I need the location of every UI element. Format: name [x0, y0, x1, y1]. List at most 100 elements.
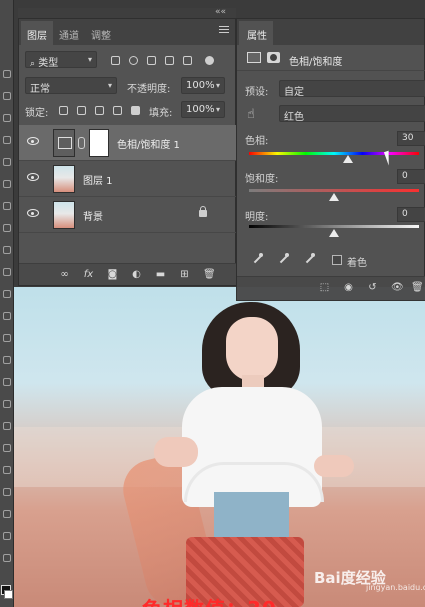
layer-row-layer-1[interactable]: 图层 1 [19, 161, 237, 197]
type-tool-icon[interactable] [3, 422, 11, 430]
fx-icon[interactable]: fx [83, 269, 94, 280]
clip-to-layer-icon[interactable]: ⬚ [319, 282, 330, 293]
mask-icon[interactable]: ◙ [107, 269, 118, 280]
filter-kind-select[interactable]: ⌕ 类型 ▾ [25, 51, 97, 69]
colorize-label: 着色 [347, 258, 367, 269]
background-color-swatch[interactable] [4, 590, 13, 599]
right-arm [314, 455, 354, 477]
filter-shape-icon[interactable] [165, 56, 174, 65]
layer-thumbnail[interactable] [53, 201, 75, 229]
visibility-eye-icon[interactable] [27, 137, 39, 145]
channel-select[interactable]: 红色 [279, 105, 425, 123]
lightness-label: 明度: [245, 212, 269, 223]
chevron-down-icon: ▾ [215, 81, 220, 90]
marquee-tool-icon[interactable] [3, 92, 11, 100]
eyedropper-icon[interactable] [251, 253, 263, 265]
shape-tool-icon[interactable] [3, 466, 11, 474]
eraser-tool-icon[interactable] [3, 312, 11, 320]
document-canvas[interactable]: Bai度经验 jingyan.baidu.com 色相数值：30 [14, 287, 425, 607]
new-layer-icon[interactable]: ⊞ [179, 269, 190, 280]
eyedropper-plus-icon[interactable] [277, 253, 289, 265]
blend-mode-select[interactable]: 正常 ▾ [25, 77, 117, 95]
filter-toggle-icon[interactable] [205, 56, 214, 65]
more-tools-icon[interactable] [3, 532, 11, 540]
lock-all-icon[interactable] [131, 106, 140, 115]
eyedropper-minus-icon[interactable] [303, 253, 315, 265]
saturation-value-field[interactable]: 0 [397, 169, 425, 184]
dodge-tool-icon[interactable] [3, 378, 11, 386]
lightness-slider-track[interactable] [249, 225, 419, 228]
blur-tool-icon[interactable] [3, 356, 11, 364]
lightness-slider-thumb[interactable] [329, 229, 339, 237]
link-icon[interactable]: ∞ [59, 269, 70, 280]
search-icon: ⌕ [30, 59, 36, 69]
eyedropper-tool-icon[interactable] [3, 202, 11, 210]
lock-transparent-icon[interactable] [59, 106, 68, 115]
layer-name: 色相/饱和度 1 [117, 140, 180, 151]
adjustment-layer-thumbnail[interactable] [53, 129, 75, 157]
panel-menu-icon[interactable] [219, 26, 229, 36]
saturation-slider-thumb[interactable] [329, 193, 339, 201]
view-previous-icon[interactable]: ◉ [343, 282, 354, 293]
video-caption: 色相数值：30 [142, 593, 277, 607]
saturation-label: 饱和度: [245, 174, 279, 185]
brush-tool-icon[interactable] [3, 246, 11, 254]
quick-select-tool-icon[interactable] [3, 136, 11, 144]
reset-icon[interactable]: ↺ [367, 282, 378, 293]
adjustment-icon[interactable]: ◐ [131, 269, 142, 280]
lock-pixels-icon[interactable] [77, 106, 86, 115]
preset-select[interactable]: 自定 [279, 80, 425, 98]
history-brush-tool-icon[interactable] [3, 290, 11, 298]
lock-position-icon[interactable] [95, 106, 104, 115]
colorize-checkbox[interactable] [332, 255, 342, 265]
layer-mask-thumbnail[interactable] [89, 129, 109, 157]
tab-adjustments[interactable]: 调整 [85, 21, 117, 45]
mask-icon[interactable] [267, 52, 280, 63]
tab-channels[interactable]: 通道 [53, 21, 85, 45]
folder-icon[interactable]: ▬ [155, 269, 166, 280]
visibility-eye-icon[interactable] [27, 173, 39, 181]
layers-panel-footer: ∞ fx ◙ ◐ ▬ ⊞ 🗑 [19, 263, 237, 285]
filter-smart-object-icon[interactable] [183, 56, 192, 65]
lightness-value-field[interactable]: 0 [397, 207, 425, 222]
layer-row-hue-saturation[interactable]: 色相/饱和度 1 [19, 125, 237, 161]
tab-layers[interactable]: 图层 [21, 21, 53, 45]
layer-row-background[interactable]: 背景 [19, 197, 237, 233]
trash-icon[interactable]: 🗑 [411, 282, 424, 293]
opacity-label: 不透明度: [127, 84, 171, 95]
collapse-panels-icon[interactable]: «« [215, 7, 226, 17]
targeted-adjustment-hand-icon[interactable]: ☝ [247, 107, 255, 122]
opacity-field[interactable]: 100% ▾ [181, 77, 225, 94]
crop-tool-icon[interactable] [3, 158, 11, 166]
pen-tool-icon[interactable] [3, 400, 11, 408]
move-tool-icon[interactable] [3, 70, 11, 78]
hand-tool-icon[interactable] [3, 488, 11, 496]
fill-field[interactable]: 100% ▾ [181, 101, 225, 118]
gradient-tool-icon[interactable] [3, 334, 11, 342]
channel-value: 红色 [284, 112, 304, 123]
trash-icon[interactable]: 🗑 [203, 269, 216, 280]
layer-name: 背景 [83, 212, 103, 223]
link-chain-icon[interactable] [78, 137, 85, 149]
visibility-eye-icon[interactable]: 👁 [391, 282, 404, 293]
path-select-tool-icon[interactable] [3, 444, 11, 452]
layer-thumbnail[interactable] [53, 165, 75, 193]
hue-value-field[interactable]: 30 [397, 131, 425, 146]
filter-adjustment-icon[interactable] [129, 56, 138, 65]
lasso-tool-icon[interactable] [3, 114, 11, 122]
adjustment-type-icon[interactable] [247, 52, 261, 63]
zoom-tool-icon[interactable] [3, 510, 11, 518]
tab-properties[interactable]: 属性 [239, 21, 273, 45]
stamp-tool-icon[interactable] [3, 268, 11, 276]
panel-dock-header: «« [18, 7, 236, 18]
hue-slider-thumb[interactable] [343, 155, 354, 163]
edit-toolbar-icon[interactable] [3, 554, 11, 562]
filter-pixel-icon[interactable] [111, 56, 120, 65]
filter-type-icon[interactable] [147, 56, 156, 65]
frame-tool-icon[interactable] [3, 180, 11, 188]
lock-artboard-icon[interactable] [113, 106, 122, 115]
saturation-slider-track[interactable] [249, 189, 419, 192]
properties-title: 色相/饱和度 [289, 57, 343, 68]
visibility-eye-icon[interactable] [27, 209, 39, 217]
healing-tool-icon[interactable] [3, 224, 11, 232]
